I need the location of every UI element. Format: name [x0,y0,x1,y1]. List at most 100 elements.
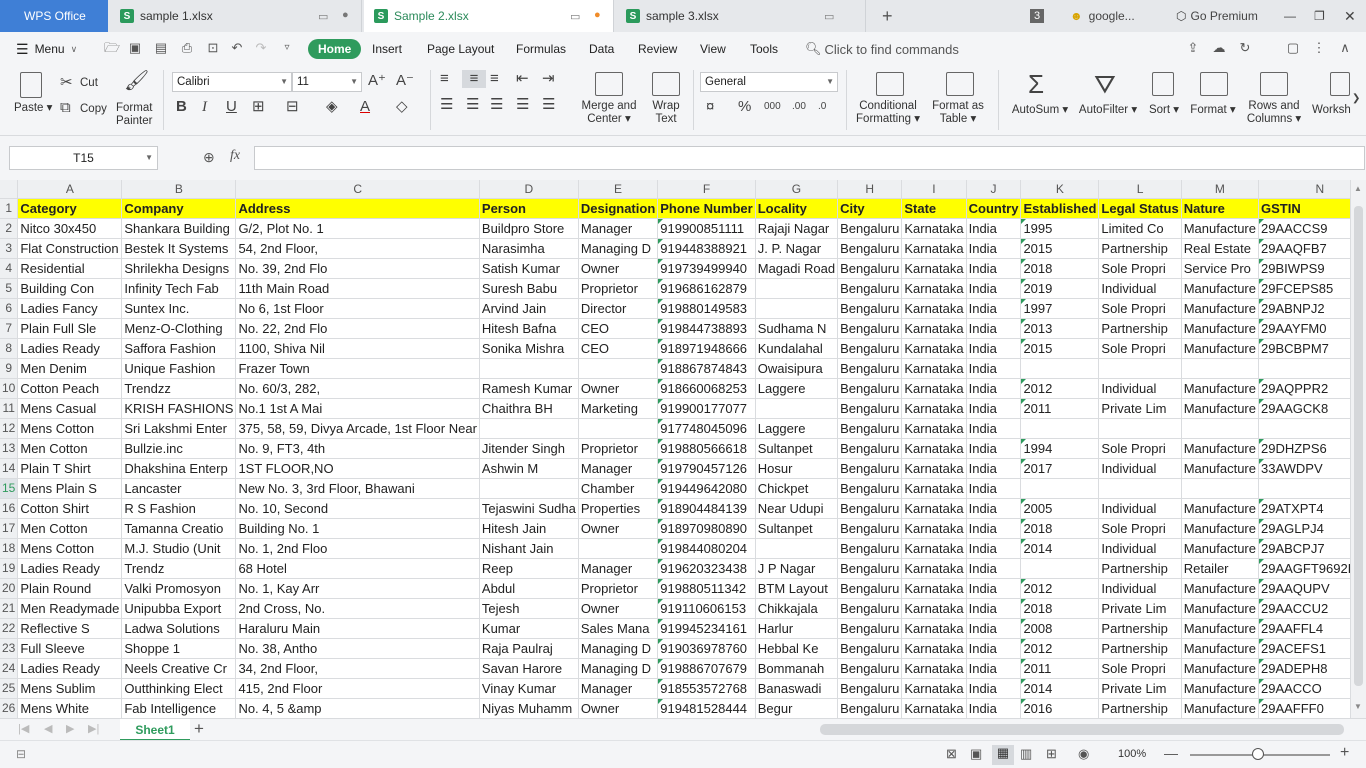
scrollbar-thumb[interactable] [1354,206,1363,686]
cell[interactable]: Manufacture [1181,598,1259,619]
cell[interactable]: Plain T Shirt [17,458,123,479]
cell[interactable]: Partnership [1098,558,1182,579]
spreadsheet-grid[interactable]: ABCDEFGHIJKLMNOPQR 1CategoryCompanyAddre… [0,180,1366,718]
cell[interactable]: Karnataka [901,458,967,479]
cell[interactable]: Reep [479,558,579,579]
cell[interactable]: Ladwa Solutions [121,618,237,639]
cell[interactable]: Sales Mana [578,618,659,639]
row-header[interactable]: 26 [0,698,19,718]
cell[interactable]: Manufacture [1181,278,1259,299]
status-share-icon[interactable]: ⊠ [946,746,957,762]
tab-sample-1[interactable]: S sample 1.xlsx ▭ ● [110,0,362,32]
tab-home[interactable]: Home [308,39,362,59]
cell[interactable]: India [966,278,1022,299]
cell[interactable]: 2012 [1020,578,1100,599]
cell[interactable]: Kundalahal [755,338,839,359]
cell[interactable]: Niyas Muhamm [479,698,579,718]
column-header[interactable]: L [1098,180,1182,199]
cell[interactable] [1181,418,1259,439]
cell[interactable]: No. 9, FT3, 4th [235,438,480,459]
cell[interactable]: 919844738893 [657,318,756,339]
cell[interactable]: Owner [578,598,659,619]
align-bottom-icon[interactable]: ≡ [490,70,499,88]
increase-decimal-icon[interactable]: .00 [792,98,806,116]
cell[interactable]: Nitco 30x450 [17,218,123,239]
cell[interactable]: 2005 [1020,498,1100,519]
cell[interactable]: Real Estate [1181,238,1259,259]
cell[interactable]: Manufacture [1181,538,1259,559]
next-sheet-icon[interactable]: ▶ [66,722,74,735]
cell[interactable]: Karnataka [901,298,967,319]
cell[interactable]: Mens Cotton [17,418,123,439]
cell[interactable]: Kumar [479,618,579,639]
cell[interactable]: Magadi Road [755,258,839,279]
customize-icon[interactable]: ▿ [280,41,294,55]
cell[interactable]: 2018 [1020,258,1100,279]
cell[interactable]: CEO [578,338,659,359]
cut-button[interactable]: Cut [80,77,98,90]
cell[interactable]: Manufacture [1181,698,1259,718]
font-name-select[interactable]: Calibri ▼ [172,72,292,92]
cell[interactable]: Manager [578,558,659,579]
cell[interactable] [578,538,659,559]
paste-icon[interactable] [20,72,42,98]
cell[interactable]: Bengaluru [837,318,903,339]
zoom-formula-icon[interactable]: ⊕ [203,149,215,166]
cell[interactable]: India [966,338,1022,359]
zoom-slider-thumb[interactable] [1252,748,1264,760]
cell[interactable]: Building No. 1 [235,518,480,539]
cell[interactable]: Suresh Babu [479,278,579,299]
format-painter-button[interactable]: Format Painter [116,102,152,128]
minimize-icon[interactable]: — [1284,0,1296,32]
cell[interactable]: Fab Intelligence [121,698,237,718]
cell[interactable]: No. 10, Second [235,498,480,519]
cell[interactable]: Men Cotton [17,438,123,459]
first-sheet-icon[interactable]: |◀ [18,722,29,735]
cell[interactable]: India [966,378,1022,399]
cell[interactable]: Manufacture [1181,438,1259,459]
cell[interactable]: Chickpet [755,478,839,499]
cell[interactable]: Chaithra BH [479,398,579,419]
cell[interactable]: Country [966,198,1022,219]
cell[interactable]: India [966,538,1022,559]
cell[interactable]: Karnataka [901,598,967,619]
cell[interactable]: 54, 2nd Floor, [235,238,480,259]
cell[interactable]: Karnataka [901,518,967,539]
cell[interactable]: Managing D [578,238,659,259]
cell[interactable]: 919036978760 [657,638,756,659]
cell[interactable]: Chikkajala [755,598,839,619]
row-header[interactable]: 23 [0,638,19,659]
row-header[interactable]: 7 [0,318,19,339]
cell[interactable]: Reflective S [17,618,123,639]
cell[interactable]: India [966,458,1022,479]
autofilter-button[interactable]: AutoFilter ▾ [1076,104,1140,117]
cell[interactable]: Retailer [1181,558,1259,579]
cell[interactable]: Individual [1098,278,1182,299]
cell[interactable]: Karnataka [901,378,967,399]
row-header[interactable]: 24 [0,658,19,679]
row-header[interactable]: 22 [0,618,19,639]
cell[interactable]: Karnataka [901,558,967,579]
normal-view-icon[interactable]: ▦ [992,745,1014,765]
cell[interactable]: Bengaluru [837,498,903,519]
cell[interactable]: Shoppe 1 [121,638,237,659]
cell[interactable]: Partnership [1098,238,1182,259]
align-top-icon[interactable]: ≡ [440,70,449,88]
cell[interactable]: Karnataka [901,538,967,559]
cell[interactable]: Owner [578,698,659,718]
cell[interactable]: Karnataka [901,418,967,439]
cell[interactable]: Manufacture [1181,518,1259,539]
comment-icon[interactable]: ▢ [1286,41,1300,55]
cell[interactable]: 375, 58, 59, Divya Arcade, 1st Floor Nea… [235,418,480,439]
vertical-scrollbar[interactable]: ▲ ▼ [1350,180,1366,718]
thousands-icon[interactable]: 000 [764,98,781,116]
cell[interactable]: Mens Casual [17,398,123,419]
cell[interactable]: 919449642080 [657,478,756,499]
eraser-icon[interactable]: ◇ [396,98,408,116]
cell[interactable]: Bengaluru [837,478,903,499]
italic-icon[interactable]: I [202,98,207,116]
row-header[interactable]: 17 [0,518,19,539]
cell[interactable]: Ladies Fancy [17,298,123,319]
cell[interactable]: Mens White [17,698,123,718]
copy-icon[interactable]: ⧉ [60,99,71,117]
